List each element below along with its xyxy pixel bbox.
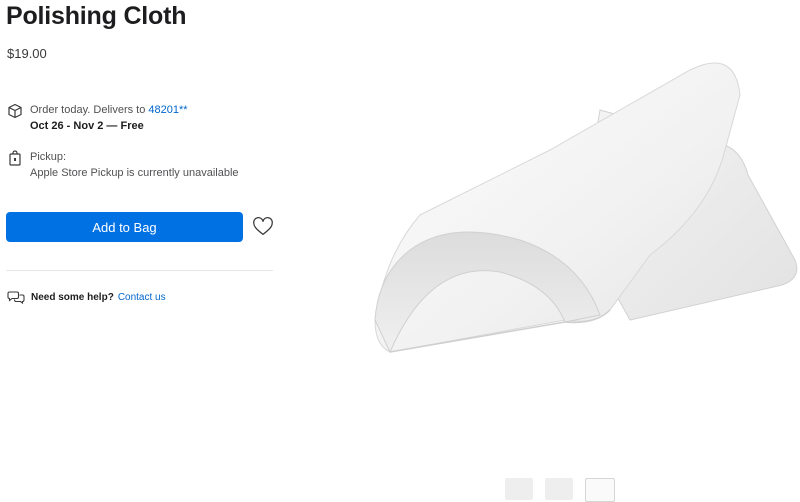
product-price: $19.00 [7,46,47,61]
delivery-prefix: Order today. Delivers to [30,104,149,116]
zip-code-link[interactable]: 48201** [148,104,187,116]
pickup-label: Pickup: [30,151,67,163]
product-image [374,62,798,354]
pickup-status: Apple Store Pickup is currently unavaila… [30,167,239,179]
gallery-thumbnail[interactable] [585,478,615,502]
help-question: Need some help? [31,291,114,303]
heart-icon[interactable] [252,216,274,238]
box-icon [8,103,22,119]
gallery-thumbnails [505,478,615,502]
gallery-thumbnail[interactable] [505,478,533,500]
divider [6,270,273,271]
delivery-info: Order today. Delivers to 48201** Oct 26 … [7,102,188,134]
help-section: Need some help? Contact us [7,289,166,305]
store-bag-icon [9,150,21,166]
delivery-line: Order today. Delivers to 48201** [30,102,188,118]
gallery-thumbnail[interactable] [545,478,573,500]
add-to-bag-button[interactable]: Add to Bag [6,212,243,242]
delivery-dates: Oct 26 - Nov 2 — Free [30,120,144,132]
chat-bubbles-icon [7,291,25,305]
contact-us-link[interactable]: Contact us [118,292,166,303]
pickup-info: Pickup: Apple Store Pickup is currently … [7,149,239,181]
product-title: Polishing Cloth [6,2,187,30]
